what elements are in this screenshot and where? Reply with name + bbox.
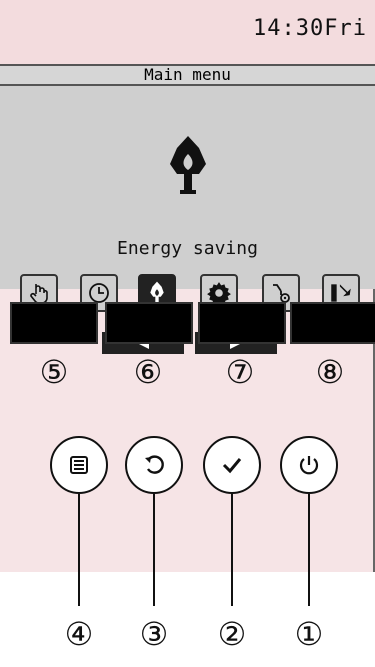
callout-1: ①	[294, 615, 324, 653]
function-key-f2[interactable]	[105, 302, 193, 344]
return-icon	[145, 455, 164, 474]
leader-line	[231, 494, 233, 606]
menu-button[interactable]	[50, 436, 108, 494]
callout-2: ②	[217, 615, 247, 653]
selected-item-label: Energy saving	[117, 238, 258, 259]
lcd-screen: Main menu Energy saving	[0, 64, 375, 354]
leader-line	[308, 494, 310, 606]
power-icon	[299, 456, 319, 475]
clock: 14:30Fri	[253, 16, 367, 41]
function-key-f1[interactable]	[10, 302, 98, 344]
callout-4: ④	[64, 615, 94, 653]
leader-line	[78, 494, 80, 606]
controller-panel: 14:30Fri Main menu Energy saving ⑤ ⑥ ⑦ ⑧	[0, 0, 375, 572]
leader-line	[153, 494, 155, 606]
callout-8: ⑧	[315, 353, 345, 391]
callout-6: ⑥	[133, 353, 163, 391]
power-button[interactable]	[280, 436, 338, 494]
callout-3: ③	[139, 615, 169, 653]
page-title: Main menu	[0, 64, 375, 86]
callout-7: ⑦	[225, 353, 255, 391]
confirm-icon	[222, 458, 242, 474]
callout-5: ⑤	[39, 353, 69, 391]
return-button[interactable]	[125, 436, 183, 494]
function-key-f3[interactable]	[198, 302, 286, 344]
status-bar: 14:30Fri	[0, 0, 375, 64]
confirm-button[interactable]	[203, 436, 261, 494]
function-key-f4[interactable]	[290, 302, 375, 344]
energy-saving-icon	[170, 136, 206, 194]
menu-icon	[70, 456, 88, 474]
